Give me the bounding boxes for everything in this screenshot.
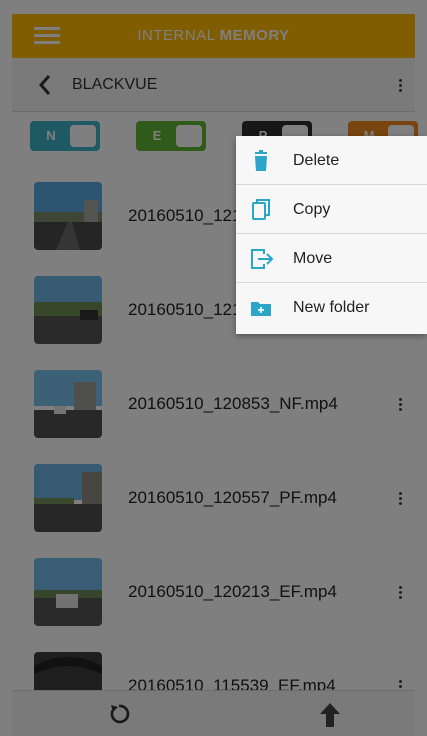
menu-label: Delete (293, 152, 340, 169)
menu-item-new-folder[interactable]: New folder (236, 283, 427, 332)
move-icon (250, 248, 274, 270)
dim-overlay[interactable] (0, 0, 427, 736)
menu-item-copy[interactable]: Copy (236, 185, 427, 234)
menu-label: New folder (293, 299, 370, 316)
menu-label: Copy (293, 201, 331, 218)
context-menu: Delete Copy Move New folder (236, 136, 427, 334)
copy-icon (250, 199, 272, 221)
menu-label: Move (293, 250, 333, 267)
menu-item-move[interactable]: Move (236, 234, 427, 283)
menu-item-delete[interactable]: Delete (236, 136, 427, 185)
new-folder-icon (250, 297, 272, 319)
trash-icon (250, 150, 272, 172)
